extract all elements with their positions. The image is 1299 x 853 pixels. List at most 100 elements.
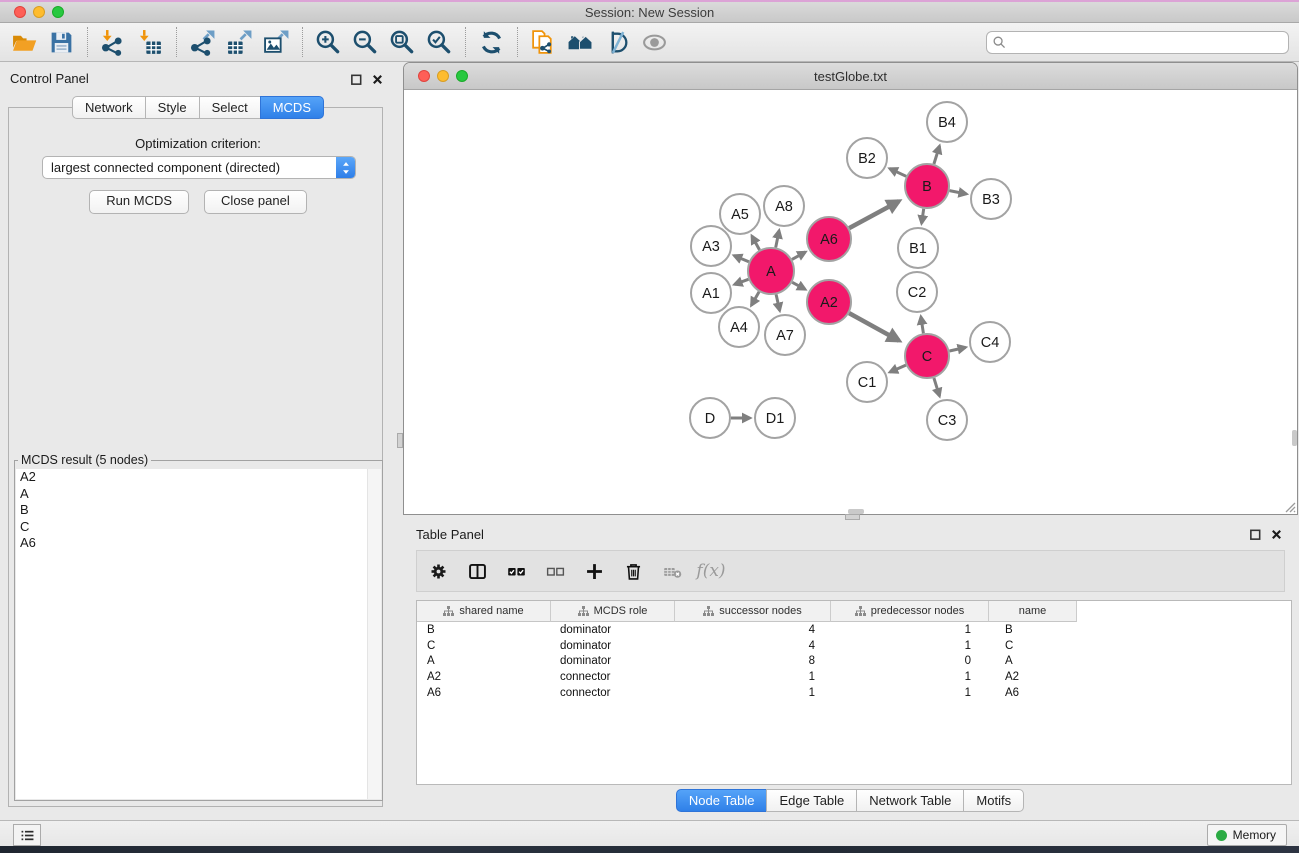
- graph-node-A8[interactable]: A8: [764, 186, 804, 226]
- table-cell[interactable]: 1: [831, 671, 989, 683]
- import-table-button[interactable]: [132, 25, 169, 59]
- graph-edge-A-A2[interactable]: [792, 282, 805, 289]
- table-cell[interactable]: connector: [551, 671, 675, 683]
- graph-edge-C-C3[interactable]: [934, 378, 940, 396]
- table-tab-node-table[interactable]: Node Table: [676, 789, 768, 812]
- table-close-panel-icon[interactable]: [1269, 527, 1283, 541]
- network-canvas[interactable]: B4B2BB3A8A5A6A3B1AA1C2A2A4A7C4CC1C3DD1: [404, 90, 1297, 514]
- graph-edge-A-A7[interactable]: [776, 294, 780, 310]
- refresh-button[interactable]: [473, 25, 510, 59]
- table-row[interactable]: Cdominator41C: [417, 638, 1291, 654]
- tab-network[interactable]: Network: [72, 96, 146, 119]
- column-header-name[interactable]: name: [989, 601, 1077, 622]
- table-cell[interactable]: connector: [551, 687, 675, 699]
- table-cell[interactable]: 8: [675, 655, 831, 667]
- table-cell[interactable]: A2: [417, 671, 551, 683]
- table-float-panel-icon[interactable]: [1248, 527, 1262, 541]
- zoom-in-button[interactable]: [310, 25, 347, 59]
- graph-edge-A-A6[interactable]: [792, 252, 805, 259]
- table-settings-button[interactable]: [427, 559, 449, 583]
- export-network-button[interactable]: [184, 25, 221, 59]
- save-session-button[interactable]: [43, 25, 80, 59]
- open-browser-home-button[interactable]: [562, 25, 599, 59]
- delete-columns-button[interactable]: [622, 559, 644, 583]
- graph-edge-A-A3[interactable]: [734, 256, 749, 262]
- zoom-out-button[interactable]: [347, 25, 384, 59]
- table-cell[interactable]: 1: [831, 624, 989, 636]
- table-cell[interactable]: A6: [417, 687, 551, 699]
- close-panel-button[interactable]: Close panel: [204, 190, 307, 214]
- graph-node-C1[interactable]: C1: [847, 362, 887, 402]
- mcds-result-item[interactable]: A6: [16, 535, 381, 552]
- table-cell[interactable]: A: [989, 655, 1077, 667]
- graph-node-C2[interactable]: C2: [897, 272, 937, 312]
- select-all-rows-button[interactable]: [505, 559, 527, 583]
- mcds-result-scrollbar[interactable]: [367, 469, 381, 799]
- graph-node-A2[interactable]: A2: [807, 280, 851, 324]
- graph-edge-C-C4[interactable]: [950, 347, 966, 351]
- resize-grip-icon[interactable]: [1282, 499, 1296, 513]
- graph-edge-B-B1[interactable]: [922, 209, 924, 224]
- graph-node-C4[interactable]: C4: [970, 322, 1010, 362]
- table-cell[interactable]: 1: [831, 640, 989, 652]
- table-cell[interactable]: 4: [675, 624, 831, 636]
- graph-node-D[interactable]: D: [690, 398, 730, 438]
- graph-node-A4[interactable]: A4: [719, 307, 759, 347]
- run-mcds-button[interactable]: Run MCDS: [89, 190, 189, 214]
- graph-node-B1[interactable]: B1: [898, 228, 938, 268]
- table-cell[interactable]: A2: [989, 671, 1077, 683]
- deselect-all-rows-button[interactable]: [544, 559, 566, 583]
- table-cell[interactable]: dominator: [551, 624, 675, 636]
- float-panel-icon[interactable]: [349, 72, 363, 86]
- graph-edge-B-B2[interactable]: [890, 169, 907, 177]
- graph-edge-A-A1[interactable]: [735, 279, 749, 284]
- graph-node-A5[interactable]: A5: [720, 194, 760, 234]
- network-from-document-button[interactable]: [525, 25, 562, 59]
- column-header-successor-nodes[interactable]: successor nodes: [675, 601, 831, 622]
- network-window-titlebar[interactable]: testGlobe.txt: [404, 63, 1297, 90]
- tab-style[interactable]: Style: [145, 96, 200, 119]
- graph-node-A[interactable]: A: [748, 248, 794, 294]
- graph-edge-A6-B[interactable]: [849, 201, 899, 228]
- close-panel-icon[interactable]: [370, 72, 384, 86]
- table-cell[interactable]: A: [417, 655, 551, 667]
- graph-edge-B-B3[interactable]: [950, 191, 967, 194]
- search-box[interactable]: [986, 31, 1289, 54]
- table-cell[interactable]: B: [417, 624, 551, 636]
- table-row[interactable]: A2connector11A2: [417, 669, 1291, 685]
- mcds-result-item[interactable]: A: [16, 486, 381, 503]
- hide-graphics-details-button[interactable]: [599, 25, 636, 59]
- open-session-button[interactable]: [6, 25, 43, 59]
- table-cell[interactable]: dominator: [551, 640, 675, 652]
- table-cell[interactable]: dominator: [551, 655, 675, 667]
- table-cell[interactable]: 0: [831, 655, 989, 667]
- graph-edge-A2-C[interactable]: [849, 313, 899, 341]
- graph-node-B2[interactable]: B2: [847, 138, 887, 178]
- column-header-mcds-role[interactable]: MCDS role: [551, 601, 675, 622]
- add-column-button[interactable]: [583, 559, 605, 583]
- zoom-selected-button[interactable]: [421, 25, 458, 59]
- graph-edge-A-A5[interactable]: [752, 236, 760, 250]
- task-history-button[interactable]: [13, 824, 41, 846]
- graph-edge-C-C2[interactable]: [921, 317, 924, 334]
- memory-button[interactable]: Memory: [1207, 824, 1287, 846]
- graph-node-C3[interactable]: C3: [927, 400, 967, 440]
- column-header-shared-name[interactable]: shared name: [417, 601, 551, 622]
- table-tab-edge-table[interactable]: Edge Table: [766, 789, 857, 812]
- graph-node-A3[interactable]: A3: [691, 226, 731, 266]
- table-cell[interactable]: 1: [831, 687, 989, 699]
- table-row[interactable]: Adominator80A: [417, 653, 1291, 669]
- delete-table-button[interactable]: [661, 559, 683, 583]
- export-image-button[interactable]: [258, 25, 295, 59]
- table-tab-network-table[interactable]: Network Table: [856, 789, 964, 812]
- graph-edge-A-A8[interactable]: [776, 231, 779, 248]
- graph-node-B[interactable]: B: [905, 164, 949, 208]
- criterion-dropdown[interactable]: largest connected component (directed): [42, 156, 356, 179]
- table-row[interactable]: Bdominator41B: [417, 622, 1291, 638]
- mcds-result-list[interactable]: A2ABCA6: [16, 469, 381, 799]
- table-cell[interactable]: C: [417, 640, 551, 652]
- graph-node-A6[interactable]: A6: [807, 217, 851, 261]
- show-graphics-details-button[interactable]: [636, 25, 673, 59]
- mcds-result-item[interactable]: C: [16, 519, 381, 536]
- export-table-button[interactable]: [221, 25, 258, 59]
